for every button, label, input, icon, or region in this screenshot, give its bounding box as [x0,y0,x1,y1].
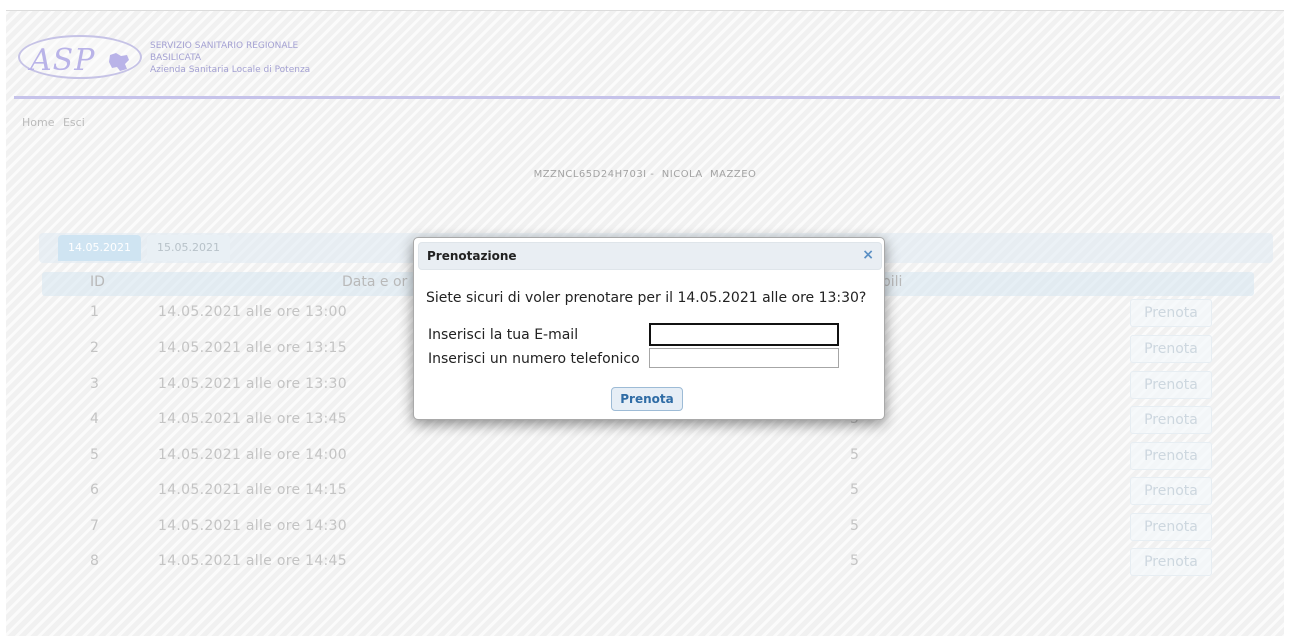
table-row: 8 14.05.2021 alle ore 14:45 5 Prenota [42,544,1254,580]
dialog-title: Prenotazione [427,249,517,263]
header-id: ID [90,274,105,290]
row-date: 14.05.2021 alle ore 13:15 [158,340,347,356]
row-date: 14.05.2021 alle ore 14:30 [158,518,347,534]
row-date: 14.05.2021 alle ore 13:00 [158,304,347,320]
row-availability: 5 [850,553,859,569]
dialog-question: Siete sicuri di voler prenotare per il 1… [426,290,867,306]
tab-14-05-2021[interactable]: 14.05.2021 [58,235,141,261]
row-date: 14.05.2021 alle ore 13:30 [158,376,347,392]
row-id: 6 [90,482,99,498]
row-date: 14.05.2021 alle ore 13:45 [158,411,347,427]
org-line: BASILICATA [150,53,202,63]
table-row: 5 14.05.2021 alle ore 14:00 5 Prenota [42,438,1254,474]
row-id: 2 [90,340,99,356]
organization-name: SERVIZIO SANITARIO REGIONALE BASILICATA … [150,40,310,76]
row-id: 5 [90,447,99,463]
org-line: Azienda Sanitaria Locale di Potenza [150,65,311,75]
logo-text: ASP [30,43,96,78]
book-button[interactable]: Prenota [1130,299,1212,327]
book-button[interactable]: Prenota [1130,335,1212,363]
header-divider [14,96,1280,99]
book-button[interactable]: Prenota [1130,548,1212,576]
email-field[interactable] [649,323,839,346]
book-button[interactable]: Prenota [1130,513,1212,541]
table-row: 6 14.05.2021 alle ore 14:15 5 Prenota [42,473,1254,509]
phone-label: Inserisci un numero telefonico [428,351,640,367]
tab-15-05-2021[interactable]: 15.05.2021 [147,235,230,261]
row-availability: 5 [850,447,859,463]
row-id: 4 [90,411,99,427]
home-link[interactable]: Home [22,116,54,129]
row-id: 8 [90,553,99,569]
row-id: 7 [90,518,99,534]
header: ASP SERVIZIO SANITARIO REGIONALE BASILIC… [18,31,518,101]
book-button[interactable]: Prenota [1130,442,1212,470]
top-nav: Home Esci [22,116,90,129]
book-button[interactable]: Prenota [1130,371,1212,399]
book-button[interactable]: Prenota [1130,406,1212,434]
submit-booking-button[interactable]: Prenota [611,387,683,411]
booking-dialog: Prenotazione × Siete sicuri di voler pre… [413,237,885,420]
patient-info: MZZNCL65D24H703I - NICOLA MAZZEO [533,169,757,180]
org-line: SERVIZIO SANITARIO REGIONALE [150,41,299,51]
row-date: 14.05.2021 alle ore 14:45 [158,553,347,569]
email-label: Inserisci la tua E-mail [428,327,579,343]
phone-field[interactable] [649,348,839,368]
asp-logo: ASP [18,35,142,79]
dialog-titlebar: Prenotazione × [418,242,882,270]
row-id: 1 [90,304,99,320]
row-date: 14.05.2021 alle ore 14:00 [158,447,347,463]
close-icon[interactable]: × [862,246,874,264]
header-date: Data e or [342,274,408,290]
basilicata-map-icon [109,53,129,71]
exit-link[interactable]: Esci [63,116,85,129]
row-availability: 5 [850,518,859,534]
table-row: 7 14.05.2021 alle ore 14:30 5 Prenota [42,509,1254,545]
row-availability: 5 [850,482,859,498]
row-id: 3 [90,376,99,392]
book-button[interactable]: Prenota [1130,477,1212,505]
row-date: 14.05.2021 alle ore 14:15 [158,482,347,498]
